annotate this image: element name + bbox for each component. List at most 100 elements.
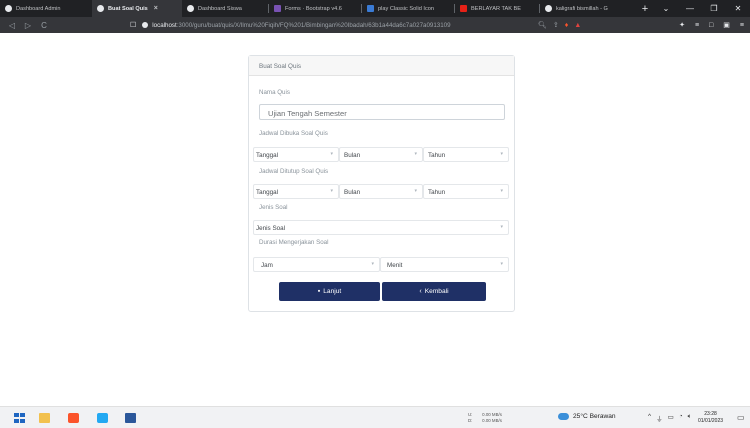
system-tray: ^ ⏚ ▭ ◔ 🔈︎	[648, 413, 692, 423]
tab-youtube[interactable]: BERLAYAR TAK BE	[455, 0, 539, 17]
menit-select[interactable]: Menit ▾	[380, 257, 509, 272]
chevron-down-icon: ▾	[500, 151, 503, 157]
download-speed: 0.00 MB/s	[482, 418, 502, 423]
browser-tab-strip: Dashboard Admin Buat Soal Quis × Dashboa…	[0, 0, 750, 17]
close-year-select[interactable]: Tahun ▾	[423, 184, 509, 199]
chevron-down-icon: ▾	[330, 188, 333, 194]
chevron-down-icon: ▾	[500, 188, 503, 194]
chevron-down-icon: ▾	[500, 224, 503, 230]
clock-time: 23:28	[704, 411, 717, 417]
vscode-icon[interactable]	[97, 413, 108, 423]
button-label: Kembali	[424, 288, 449, 295]
window-controls: ⌄ — ❐ ✕	[654, 0, 750, 17]
download-prefix: D:	[468, 418, 473, 423]
weather-text: 25°C Berawan	[573, 413, 616, 420]
tab-bootstrap-forms[interactable]: Forms · Bootstrap v4.6	[269, 0, 361, 17]
globe-icon	[5, 5, 12, 12]
tab-buat-soal-quis[interactable]: Buat Soal Quis ×	[92, 0, 182, 17]
flag-icon	[367, 5, 374, 12]
tab-dashboard-siswa[interactable]: Dashboard Siswa	[182, 0, 268, 17]
jenis-soal-label: Jenis Soal	[259, 204, 288, 211]
nama-quis-input[interactable]: Ujian Tengah Semester	[259, 104, 505, 120]
select-value: Menit	[387, 262, 403, 269]
tab-label: Dashboard Admin	[16, 5, 61, 12]
clock[interactable]: 23:28 01/01/2023	[698, 411, 723, 425]
bookmark-icon[interactable]: ☐	[130, 21, 136, 29]
brave-browser-icon[interactable]	[68, 413, 79, 423]
new-tab-button[interactable]: +	[638, 3, 652, 15]
tab-label: Buat Soal Quis	[108, 5, 148, 12]
clock-date: 01/01/2023	[698, 418, 724, 424]
durasi-label: Durasi Mengerjakan Soal	[259, 239, 329, 246]
select-value: Tahun	[428, 189, 446, 196]
kembali-button[interactable]: ‹ Kembali	[382, 282, 486, 301]
reading-list-icon[interactable]: ≡	[695, 22, 699, 29]
tab-label: Forms · Bootstrap v4.6	[285, 5, 342, 12]
tab-dashboard-admin[interactable]: Dashboard Admin	[0, 0, 92, 17]
menu-icon[interactable]: ≡	[740, 22, 744, 29]
jam-select[interactable]: Jam ▾	[253, 257, 380, 272]
extensions-icon[interactable]: ✦	[679, 21, 685, 29]
weather-widget[interactable]: 25°C Berawan	[558, 413, 616, 420]
extension-icons: ✦ ≡ □ ▣ ≡	[679, 17, 744, 33]
upload-speed: 0.00 MB/s	[482, 412, 502, 417]
close-day-select[interactable]: Tanggal ▾	[253, 184, 339, 199]
jenis-soal-select[interactable]: Jenis Soal ▾	[253, 220, 509, 235]
volume-icon[interactable]: 🔈︎	[688, 413, 692, 423]
close-tab-icon[interactable]: ×	[154, 5, 158, 12]
chevron-down-icon: ▾	[330, 151, 333, 157]
select-value: Tanggal	[256, 189, 279, 196]
tab-search-icon[interactable]: ⌄	[654, 4, 678, 13]
globe-icon	[97, 5, 104, 12]
file-explorer-icon[interactable]	[39, 413, 50, 423]
forward-button[interactable]: ▷	[22, 21, 34, 30]
windows-start-icon[interactable]	[14, 413, 25, 423]
usb-icon[interactable]: ⏚	[656, 413, 663, 423]
sidebar-icon[interactable]: □	[709, 22, 713, 29]
back-button[interactable]: ◁	[6, 21, 18, 30]
chevron-down-icon: ▾	[500, 261, 503, 267]
tab-label: kaligrafi bismillah - G	[556, 5, 608, 12]
restore-button[interactable]: ❐	[702, 4, 726, 13]
bootstrap-icon	[274, 5, 281, 12]
tab-label: BERLAYAR TAK BE	[471, 5, 521, 12]
wallet-icon[interactable]: ▣	[723, 21, 730, 29]
open-month-select[interactable]: Bulan ▾	[339, 147, 423, 162]
battery-icon[interactable]: ▭	[668, 413, 674, 423]
tab-label: play Classic Solid Icon	[378, 5, 434, 12]
chevron-down-icon: ▾	[371, 261, 374, 267]
wifi-icon[interactable]: ◔	[679, 413, 683, 423]
close-window-button[interactable]: ✕	[726, 4, 750, 13]
share-icon[interactable]: ⇪	[553, 21, 559, 29]
site-info-icon[interactable]	[142, 22, 149, 28]
google-icon	[545, 5, 552, 12]
open-year-select[interactable]: Tahun ▾	[423, 147, 509, 162]
notification-icon[interactable]: ▭	[737, 413, 745, 422]
browser-toolbar: ◁ ▷ C ☐ localhost :3000/guru/buat/quis/X…	[0, 17, 750, 33]
select-value: Bulan	[344, 152, 361, 159]
word-icon[interactable]	[125, 413, 136, 423]
minimize-button[interactable]: —	[678, 4, 702, 13]
close-month-select[interactable]: Bulan ▾	[339, 184, 423, 199]
select-value: Jam	[261, 262, 273, 269]
reload-button[interactable]: C	[38, 21, 50, 30]
brave-rewards-icon[interactable]: ▲	[574, 22, 581, 29]
chevron-left-icon: ‹	[419, 288, 422, 295]
tab-label: Dashboard Siswa	[198, 5, 242, 12]
open-day-select[interactable]: Tanggal ▾	[253, 147, 339, 162]
network-speed-widget: U: 0.00 MB/s D: 0.00 MB/s	[468, 412, 502, 424]
upload-prefix: U:	[468, 412, 473, 417]
address-bar[interactable]: ☐ localhost :3000/guru/buat/quis/X/Ilmu%…	[130, 18, 550, 32]
cloud-icon	[558, 413, 569, 420]
chevron-up-icon[interactable]: ^	[648, 413, 651, 423]
jadwal-dibuka-label: Jadwal Dibuka Soal Quis	[259, 130, 328, 137]
url-host: localhost	[152, 21, 177, 29]
quiz-form-card: Buat Soal Quis Nama Quis Ujian Tengah Se…	[248, 55, 515, 312]
jadwal-ditutup-label: Jadwal Ditutup Soal Quis	[259, 168, 329, 175]
tab-play-icon[interactable]: play Classic Solid Icon	[362, 0, 454, 17]
tab-kaligrafi[interactable]: kaligrafi bismillah - G	[540, 0, 632, 17]
select-value: Tanggal	[256, 152, 279, 159]
lanjut-button[interactable]: ▪︎ Lanjut	[279, 282, 380, 301]
brave-shield-icon[interactable]: ♦	[565, 22, 569, 29]
zoom-icon[interactable]: 🔍︎	[538, 21, 547, 29]
